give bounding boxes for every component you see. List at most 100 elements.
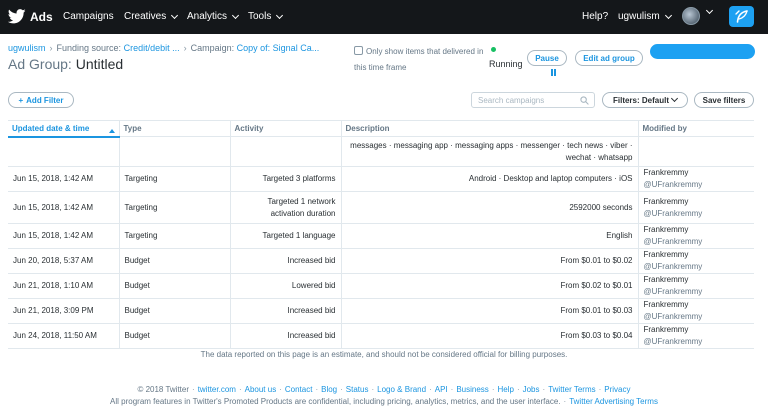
pause-button[interactable]: Pause [527, 50, 567, 66]
table-header-row: Updated date & time Type Activity Descri… [8, 120, 754, 138]
avatar-menu[interactable] [704, 6, 714, 15]
modified-by-cell [637, 136, 754, 167]
description-cell: From $0.02 to $0.01 [340, 273, 638, 299]
modified-by-cell: Frankremmy @UFrankremmy [637, 223, 754, 249]
modifier-name: Frankremmy [643, 275, 689, 284]
separator-dot: · [491, 385, 495, 394]
compose-button[interactable] [729, 6, 754, 27]
separator-dot: · [429, 385, 432, 394]
add-filter-button[interactable]: + Add Filter [8, 92, 74, 108]
description-cell: 2592000 seconds [340, 191, 638, 224]
copyright: © 2018 Twitter [137, 385, 190, 394]
description-cell: English [340, 223, 638, 249]
footer-link-advertising-terms[interactable]: Twitter Advertising Terms [569, 397, 658, 406]
footer-link-business[interactable]: Business [456, 385, 488, 394]
column-header-type[interactable]: Type [118, 120, 230, 137]
save-filters-button[interactable]: Save filters [694, 92, 754, 108]
table-row: Jun 24, 2018, 11:50 AM Budget Increased … [8, 323, 754, 349]
modified-by-cell: Frankremmy @UFrankremmy [637, 298, 754, 324]
date-cell: Jun 15, 2018, 1:42 AM [8, 191, 119, 224]
modifier-handle[interactable]: @UFrankremmy [644, 237, 703, 246]
delivered-only-label: Only show items that delivered in this t… [354, 47, 484, 72]
footer-link-blog[interactable]: Blog [321, 385, 337, 394]
footer-link-jobs[interactable]: Jobs [523, 385, 540, 394]
footer-link-twitter[interactable]: twitter.com [198, 385, 236, 394]
sort-asc-icon [108, 128, 115, 133]
modifier-handle[interactable]: @UFrankremmy [644, 209, 703, 218]
footer-link-logo-brand[interactable]: Logo & Brand [377, 385, 426, 394]
activity-cell: Increased bid [229, 298, 341, 324]
breadcrumb-funding-source[interactable]: Credit/debit ... [124, 43, 180, 53]
nav-creatives[interactable]: Creatives [124, 11, 179, 22]
separator-dot: · [279, 385, 282, 394]
column-header-activity[interactable]: Activity [229, 120, 341, 137]
pause-icon[interactable] [551, 69, 556, 76]
activity-cell: Targeted 3 platforms [229, 166, 341, 192]
edit-ad-group-button[interactable]: Edit ad group [575, 50, 643, 66]
table-row: Jun 21, 2018, 1:10 AM Budget Lowered bid… [8, 273, 754, 299]
breadcrumb-campaign-prefix: Campaign: [190, 43, 235, 53]
brand-logo[interactable]: Ads [8, 9, 53, 24]
modifier-handle[interactable]: @UFrankremmy [644, 312, 703, 321]
chevron-down-icon [670, 94, 679, 103]
nav-help[interactable]: Help? [582, 11, 608, 22]
separator-dot: · [450, 385, 454, 394]
footer-link-terms[interactable]: Twitter Terms [548, 385, 595, 394]
activity-cell [229, 136, 341, 167]
search-input[interactable] [472, 93, 594, 107]
nav-tools[interactable]: Tools [248, 11, 284, 22]
nav-campaigns-label: Campaigns [63, 11, 114, 22]
modifier-handle[interactable]: @UFrankremmy [644, 262, 703, 271]
separator-dot: · [340, 385, 343, 394]
modifier-handle[interactable]: @UFrankremmy [644, 337, 703, 346]
separator-dot: · [598, 385, 602, 394]
modified-by-cell: Frankremmy @UFrankremmy [637, 191, 754, 224]
delivered-only-toggle[interactable]: Only show items that delivered in this t… [354, 44, 486, 76]
date-cell: Jun 20, 2018, 5:37 AM [8, 248, 119, 274]
type-cell: Budget [118, 273, 230, 299]
avatar[interactable] [682, 7, 700, 25]
chevron-down-icon [231, 11, 240, 19]
nav-account-label: ugwulism [618, 11, 660, 22]
filters-dropdown[interactable]: Filters: Default [602, 92, 688, 108]
nav-analytics[interactable]: Analytics [187, 11, 240, 22]
table-row: Jun 15, 2018, 1:42 AM Targeting Targeted… [8, 223, 754, 249]
footer-link-status[interactable]: Status [346, 385, 369, 394]
footer-link-privacy[interactable]: Privacy [604, 385, 630, 394]
footer-link-contact[interactable]: Contact [285, 385, 313, 394]
column-header-updated[interactable]: Updated date & time [8, 120, 119, 138]
plus-icon: + [18, 95, 24, 105]
footer-link-help[interactable]: Help [497, 385, 513, 394]
primary-action-button[interactable] [650, 44, 755, 59]
column-header-modified-by[interactable]: Modified by [637, 120, 754, 137]
page-title-prefix: Ad Group: [8, 56, 72, 72]
description-cell: From $0.01 to $0.02 [340, 248, 638, 274]
search-icon[interactable] [580, 96, 589, 105]
footer-link-about[interactable]: About us [245, 385, 277, 394]
breadcrumb-campaign[interactable]: Copy of: Signal Ca... [237, 43, 320, 53]
filters-dropdown-label: Filters: Default [612, 95, 669, 105]
footer-confidential: All program features in Twitter's Promot… [0, 397, 768, 406]
date-cell [8, 136, 119, 167]
nav-account[interactable]: ugwulism [618, 11, 672, 22]
modifier-handle[interactable]: @UFrankremmy [644, 180, 703, 189]
chevron-down-icon [705, 6, 714, 15]
type-cell: Targeting [118, 191, 230, 224]
checkbox-icon[interactable] [354, 46, 363, 55]
modifier-handle[interactable]: @UFrankremmy [644, 287, 703, 296]
table-row: messages · messaging app · messaging app… [8, 136, 754, 167]
separator-dot: · [516, 385, 520, 394]
activity-cell: Increased bid [229, 323, 341, 349]
breadcrumb-account[interactable]: ugwulism [8, 43, 46, 53]
nav-tools-label: Tools [248, 11, 272, 22]
nav-campaigns[interactable]: Campaigns [63, 11, 114, 22]
add-filter-label: Add Filter [26, 95, 64, 105]
activity-cell: Targeted 1 network activation duration [229, 191, 341, 224]
type-cell: Budget [118, 298, 230, 324]
brand-name: Ads [30, 9, 53, 24]
date-cell: Jun 24, 2018, 11:50 AM [8, 323, 119, 349]
separator-dot: · [238, 385, 242, 394]
footer-link-api[interactable]: API [435, 385, 448, 394]
column-header-description[interactable]: Description [340, 120, 638, 137]
table-row: Jun 15, 2018, 1:42 AM Targeting Targeted… [8, 166, 754, 192]
